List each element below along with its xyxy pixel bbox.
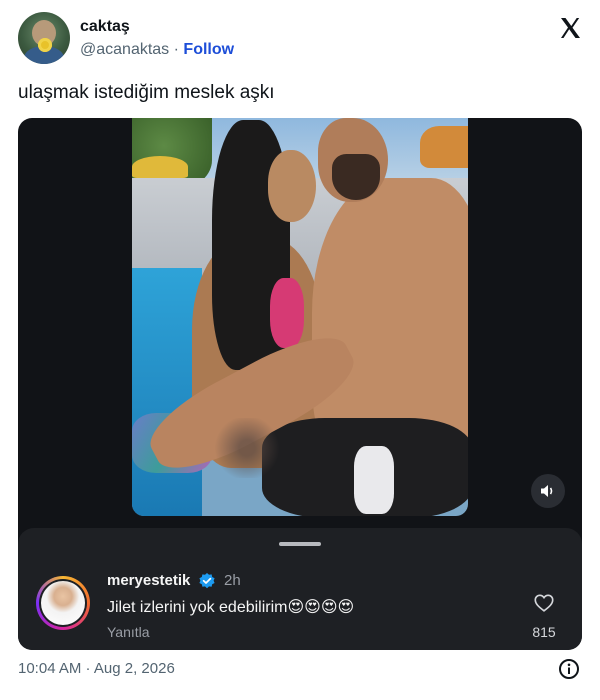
media-card[interactable]: meryestetik 2h Jilet izlerini yok edebil… <box>18 118 582 650</box>
avatar-flower <box>38 38 52 52</box>
photo-tattoo <box>202 418 292 478</box>
heart-icon[interactable] <box>533 592 555 614</box>
author-avatar[interactable] <box>18 12 70 64</box>
commenter-username[interactable]: meryestetik <box>107 572 190 589</box>
x-logo-icon[interactable] <box>558 16 582 40</box>
comment-text: Jilet izlerini yok edebilirim😍😍😍😍 <box>107 599 355 616</box>
photo-woman-face <box>268 150 316 222</box>
handle-separator: · <box>173 41 179 58</box>
volume-icon <box>541 485 553 497</box>
author-name[interactable]: caktaş <box>80 18 130 36</box>
verified-badge-icon <box>199 573 215 589</box>
photo-umbrella <box>132 156 188 178</box>
volume-button[interactable] <box>531 474 565 508</box>
sheet-drag-handle[interactable] <box>279 542 321 546</box>
comment-sheet: meryestetik 2h Jilet izlerini yok edebil… <box>18 528 582 650</box>
video-frame[interactable] <box>132 118 468 516</box>
like-count: 815 <box>532 624 556 640</box>
tweet-text: ulaşmak istediğim meslek aşkı <box>18 82 275 103</box>
photo-man-beard <box>332 154 380 200</box>
reply-link[interactable]: Yanıtla <box>107 624 150 640</box>
photo-shorts-stripe <box>354 446 394 514</box>
comment-time: 2h <box>224 572 241 589</box>
follow-link[interactable]: Follow <box>183 41 234 58</box>
tweet-header: caktaş @acanaktas · Follow <box>18 12 584 66</box>
author-handle-row: @acanaktas · Follow <box>80 41 234 59</box>
commenter-avatar-image <box>41 581 85 625</box>
commenter-avatar-ring <box>39 579 87 627</box>
author-handle[interactable]: @acanaktas <box>80 41 169 58</box>
tweet-timestamp[interactable]: 10:04 AM · Aug 2, 2026 <box>18 660 175 677</box>
commenter-avatar[interactable] <box>36 576 90 630</box>
photo-bikini-top <box>270 278 304 348</box>
info-icon[interactable] <box>558 658 580 680</box>
photo-umbrella-right <box>420 126 468 168</box>
